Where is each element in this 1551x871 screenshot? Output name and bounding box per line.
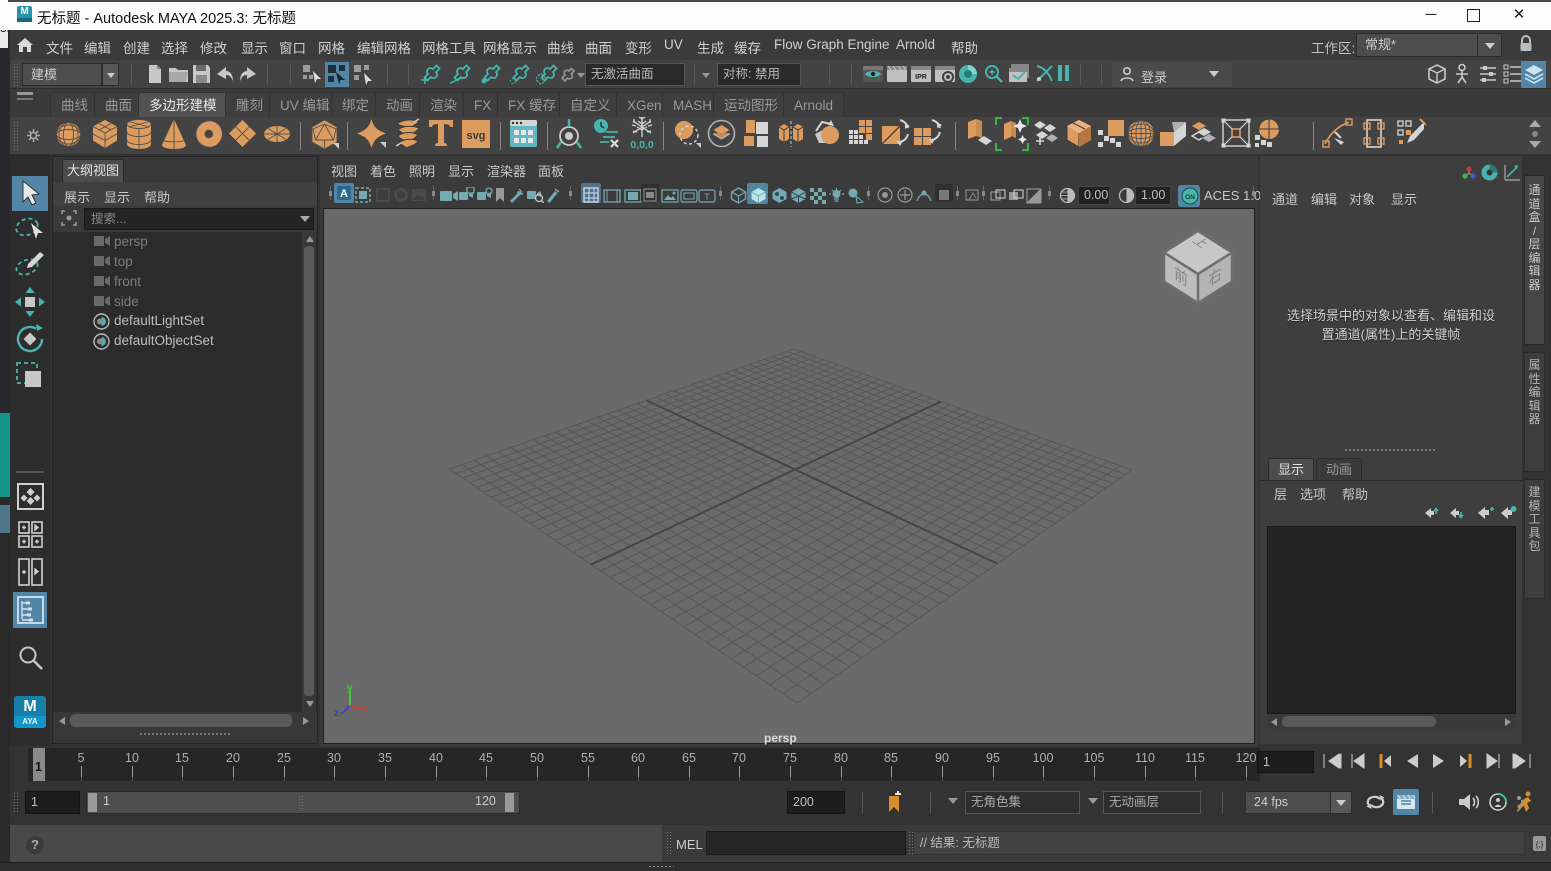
svg-text:ON: ON bbox=[1185, 194, 1195, 201]
svg-text:x: x bbox=[362, 704, 368, 715]
svg-text:svg: svg bbox=[467, 130, 486, 142]
svg-text:IPR: IPR bbox=[915, 74, 927, 81]
svg-text:A: A bbox=[340, 188, 348, 200]
svg-text:z: z bbox=[334, 708, 339, 719]
svg-text:T: T bbox=[704, 192, 710, 202]
svg-text:y: y bbox=[347, 684, 353, 694]
svg-text:{;}: {;} bbox=[1536, 840, 1544, 849]
svg-text:0,0,0: 0,0,0 bbox=[630, 139, 654, 150]
